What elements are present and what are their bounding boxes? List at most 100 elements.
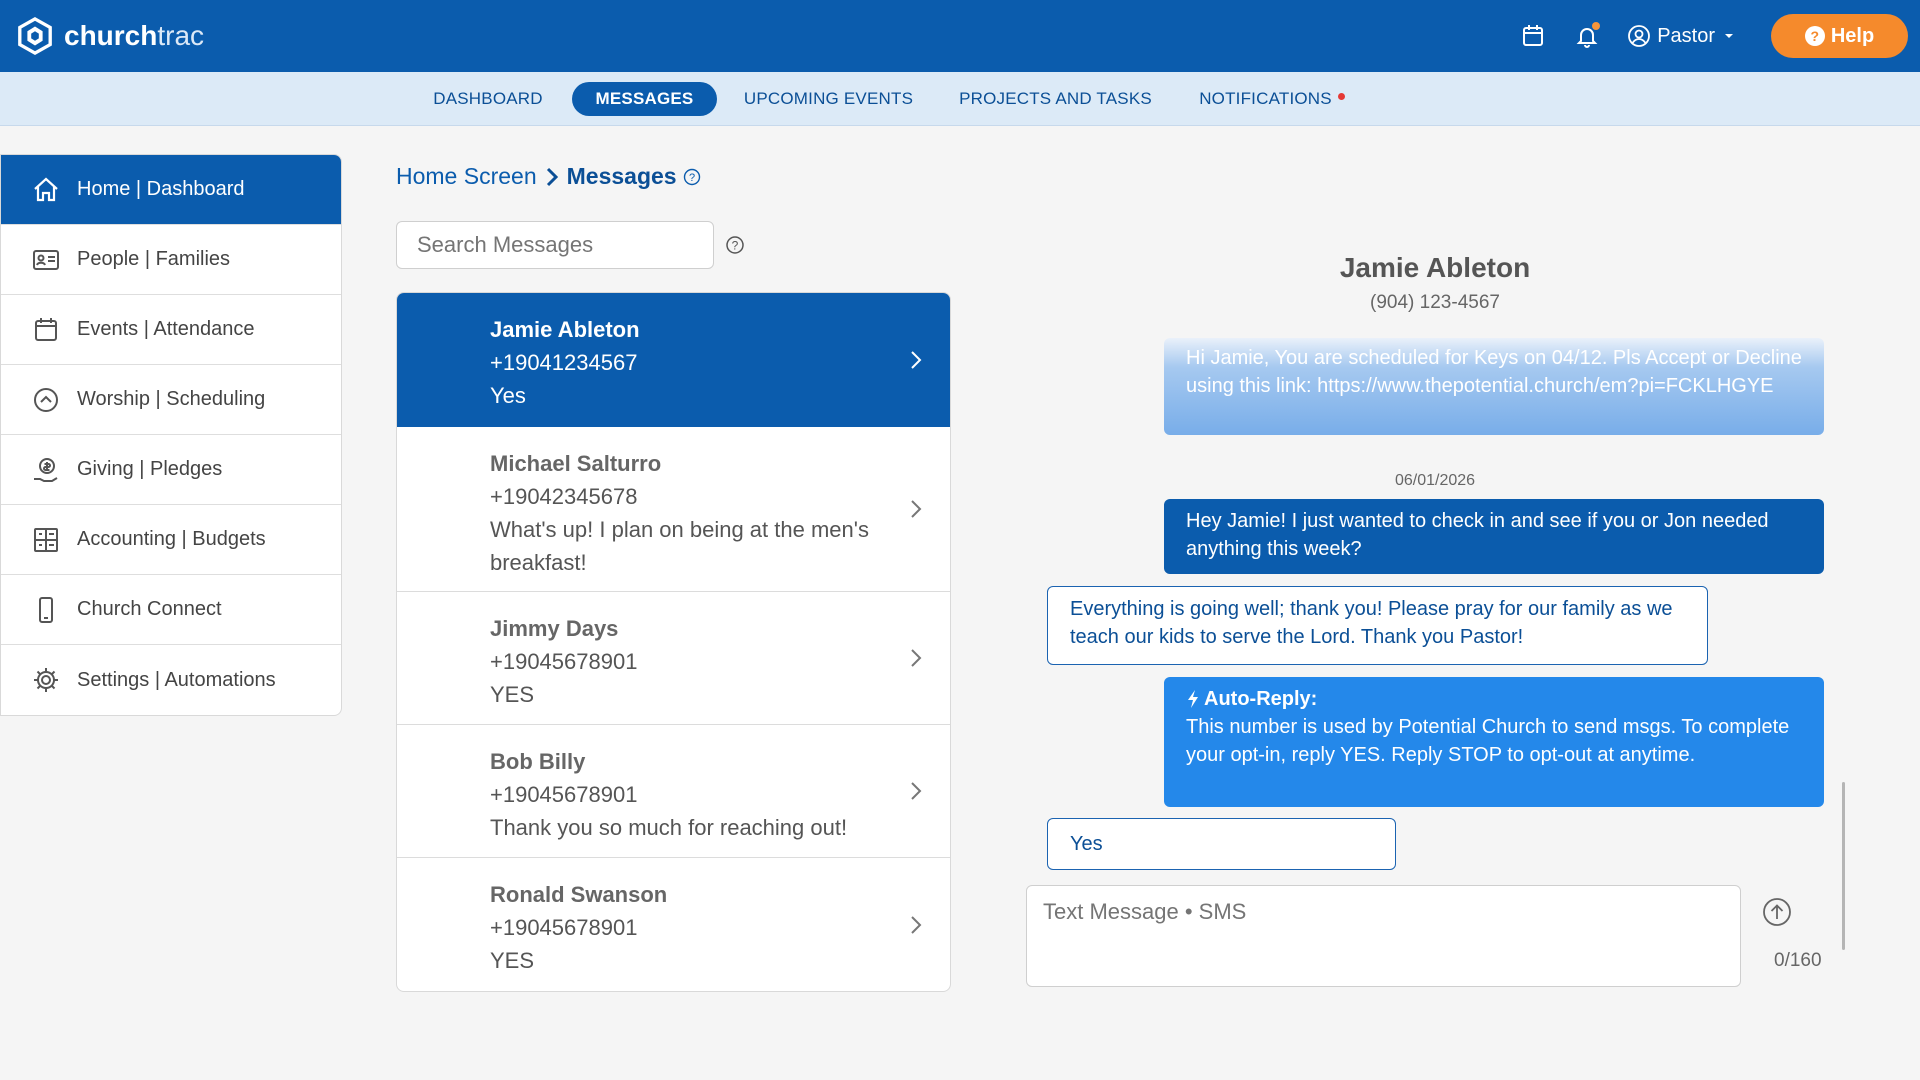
sub-navigation: DASHBOARD MESSAGES UPCOMING EVENTS PROJE… bbox=[0, 72, 1920, 126]
date-separator: 06/01/2026 bbox=[1394, 472, 1476, 489]
tab-label: UPCOMING EVENTS bbox=[743, 89, 914, 108]
message-preview: YES bbox=[490, 948, 535, 973]
sidebar-item-worship-scheduling[interactable]: Worship | Scheduling bbox=[1, 365, 341, 435]
sidebar-item-label: Church Connect bbox=[77, 598, 222, 620]
message-text: This number is used by Potential Church … bbox=[1186, 716, 1790, 766]
user-menu[interactable]: Pastor bbox=[1627, 24, 1737, 48]
sidebar-item-events-attendance[interactable]: Events | Attendance bbox=[1, 295, 341, 365]
tab-dashboard[interactable]: DASHBOARD bbox=[424, 82, 552, 116]
sidebar-item-label: Events | Attendance bbox=[77, 318, 255, 340]
sidebar-item-people-families[interactable]: People | Families bbox=[1, 225, 341, 295]
message-bubble-outgoing: Hi Jamie, You are scheduled for Keys on … bbox=[1164, 338, 1824, 435]
calendar-icon bbox=[31, 315, 61, 345]
gear-icon bbox=[31, 665, 61, 695]
search-input[interactable] bbox=[417, 232, 705, 258]
lightning-icon bbox=[1188, 690, 1198, 708]
tab-upcoming-events[interactable]: UPCOMING EVENTS bbox=[742, 82, 915, 116]
ledger-grid-icon bbox=[31, 525, 61, 555]
sidebar-item-church-connect[interactable]: Church Connect bbox=[1, 575, 341, 645]
sidebar-item-giving-pledges[interactable]: Giving | Pledges bbox=[1, 435, 341, 505]
chevron-right-icon bbox=[911, 915, 922, 934]
message-composer bbox=[1026, 885, 1741, 987]
calendar-icon[interactable] bbox=[1519, 22, 1547, 50]
search-help-icon[interactable]: ? bbox=[725, 235, 745, 255]
chevron-up-circle-icon bbox=[31, 385, 61, 415]
help-label: Help bbox=[1830, 24, 1875, 47]
breadcrumb: Home Screen Messages ? bbox=[396, 163, 701, 190]
conversation-item[interactable]: Jamie Ableton +19041234567 Yes bbox=[397, 293, 950, 427]
logo-text-trac: trac bbox=[157, 20, 205, 51]
conversation-list: Jamie Ableton +19041234567 Yes Michael S… bbox=[396, 292, 951, 992]
contact-phone: +19041234567 bbox=[490, 350, 638, 375]
help-button[interactable]: ? Help bbox=[1771, 14, 1908, 58]
search-box bbox=[396, 221, 714, 269]
sidebar-item-label: Home | Dashboard bbox=[77, 178, 245, 200]
message-bubble-incoming: Everything is going well; thank you! Ple… bbox=[1047, 586, 1708, 665]
sidebar: Home | Dashboard People | Families Event… bbox=[0, 154, 342, 716]
contact-phone: +19042345678 bbox=[490, 484, 638, 509]
sidebar-item-label: Worship | Scheduling bbox=[77, 388, 266, 410]
user-circle-icon bbox=[1628, 25, 1651, 47]
bell-icon[interactable] bbox=[1573, 22, 1601, 50]
message-text: Everything is going well; thank you! Ple… bbox=[1070, 598, 1673, 648]
svg-text:?: ? bbox=[732, 239, 739, 253]
contact-name: Bob Billy bbox=[490, 749, 586, 774]
message-input[interactable] bbox=[1043, 899, 1724, 973]
thread-contact-name: Jamie Ableton bbox=[1339, 252, 1531, 283]
sidebar-item-settings-automations[interactable]: Settings | Automations bbox=[1, 645, 341, 715]
logo-text-church: church bbox=[64, 20, 158, 51]
message-text: Hey Jamie! I just wanted to check in and… bbox=[1186, 510, 1769, 560]
contact-name: Michael Salturro bbox=[490, 451, 662, 476]
sidebar-item-label: Accounting | Budgets bbox=[77, 528, 266, 550]
chevron-right-icon bbox=[911, 500, 922, 518]
contact-name: Jimmy Days bbox=[490, 616, 619, 641]
contact-phone: +19045678901 bbox=[490, 915, 638, 940]
tab-label: DASHBOARD bbox=[433, 89, 543, 108]
conversation-item[interactable]: Bob Billy +19045678901 Thank you so much… bbox=[397, 725, 950, 858]
contact-name: Jamie Ableton bbox=[490, 317, 640, 342]
thread-scrollbar[interactable] bbox=[1842, 782, 1845, 950]
contact-name: Ronald Swanson bbox=[490, 882, 668, 907]
thread-contact-phone: (904) 123-4567 bbox=[1370, 292, 1500, 313]
message-preview: Yes bbox=[490, 383, 526, 408]
conversation-item[interactable]: Ronald Swanson +19045678901 YES bbox=[397, 858, 950, 991]
message-preview: What's up! I plan on being at the men's … bbox=[490, 517, 869, 575]
auto-reply-title: Auto-Reply: bbox=[1186, 685, 1802, 713]
contact-phone: +19045678901 bbox=[490, 649, 638, 674]
chevron-right-icon bbox=[911, 649, 922, 667]
tab-label: NOTIFICATIONS bbox=[1199, 89, 1332, 108]
help-circle-icon[interactable]: ? bbox=[683, 168, 701, 186]
tab-label: MESSAGES bbox=[595, 89, 694, 108]
message-preview: YES bbox=[490, 682, 535, 707]
question-icon: ? bbox=[1804, 26, 1825, 46]
breadcrumb-home-link[interactable]: Home Screen bbox=[396, 163, 537, 190]
home-icon bbox=[31, 175, 61, 205]
money-hand-icon bbox=[31, 455, 61, 485]
message-bubble-incoming: Yes bbox=[1047, 818, 1396, 870]
breadcrumb-current: Messages bbox=[566, 163, 677, 189]
message-bubble-auto-reply: Auto-Reply: This number is used by Poten… bbox=[1164, 677, 1824, 807]
tab-notifications[interactable]: NOTIFICATIONS bbox=[1198, 82, 1346, 116]
contact-phone: +19045678901 bbox=[490, 782, 638, 807]
sidebar-item-accounting-budgets[interactable]: Accounting | Budgets bbox=[1, 505, 341, 575]
tab-projects-and-tasks[interactable]: PROJECTS AND TASKS bbox=[959, 82, 1152, 116]
conversation-item[interactable]: Michael Salturro +19042345678 What's up!… bbox=[397, 427, 950, 592]
chevron-right-icon bbox=[546, 167, 558, 186]
chevron-right-icon bbox=[911, 782, 922, 800]
character-counter: 0/160 bbox=[1774, 950, 1822, 971]
send-arrow-icon[interactable] bbox=[1762, 897, 1792, 927]
caret-down-icon bbox=[1725, 34, 1733, 38]
user-name: Pastor bbox=[1657, 24, 1715, 47]
red-dot-indicator bbox=[1337, 92, 1345, 100]
top-actions: Pastor ? Help bbox=[1519, 14, 1908, 58]
top-bar: churchtrac Pastor ? Help bbox=[0, 0, 1920, 72]
churchtrac-logo[interactable]: churchtrac bbox=[16, 17, 204, 55]
sidebar-item-home-dashboard[interactable]: Home | Dashboard bbox=[1, 155, 341, 225]
message-text: Yes bbox=[1070, 833, 1103, 855]
message-preview: Thank you so much for reaching out! bbox=[490, 815, 848, 840]
message-text: Hi Jamie, You are scheduled for Keys on … bbox=[1186, 347, 1802, 397]
phone-icon bbox=[31, 595, 61, 625]
tab-messages[interactable]: MESSAGES bbox=[572, 82, 717, 116]
auto-reply-label: Auto-Reply: bbox=[1204, 688, 1318, 710]
conversation-item[interactable]: Jimmy Days +19045678901 YES bbox=[397, 592, 950, 725]
